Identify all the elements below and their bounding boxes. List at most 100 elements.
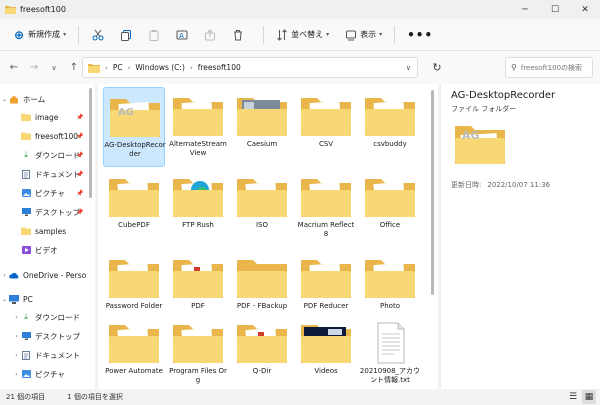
copy-button[interactable] xyxy=(115,25,137,45)
arrow-right-icon: → xyxy=(29,62,39,73)
folder-item[interactable]: AG AG-DesktopRecorder xyxy=(103,87,166,167)
folder-item[interactable]: Videos xyxy=(295,314,357,389)
item-name: FTP Rush xyxy=(182,221,214,229)
rename-icon: A xyxy=(176,30,188,40)
folder-icon xyxy=(236,176,288,218)
folder-item[interactable]: Program Files Org xyxy=(167,314,229,389)
icons-view-button[interactable]: ▦ xyxy=(582,390,596,404)
breadcrumb-drive[interactable]: Windows (C:) xyxy=(135,63,184,72)
folder-item[interactable]: Caesium xyxy=(231,87,293,167)
refresh-button[interactable]: ↻ xyxy=(426,57,448,78)
paste-button[interactable] xyxy=(143,25,165,45)
file-item[interactable]: 20210908_アカウント情報.txt xyxy=(359,314,421,389)
folder-icon xyxy=(364,95,416,137)
text-file-icon xyxy=(364,322,416,364)
nav-item-pc-documents[interactable]: › ドキュメント xyxy=(0,347,95,363)
rename-button[interactable]: A xyxy=(171,25,193,45)
item-name: csvbuddy xyxy=(373,140,407,148)
folder-item[interactable]: Q-Dir xyxy=(231,314,293,389)
nav-item-label: freesoft100 xyxy=(35,131,79,141)
folder-icon xyxy=(172,176,224,218)
nav-item-downloads[interactable]: ⤓ ダウンロード 📌 xyxy=(0,147,95,163)
delete-button[interactable] xyxy=(227,25,249,45)
breadcrumb-folder[interactable]: freesoft100 xyxy=(198,63,241,72)
nav-item-freesoft100[interactable]: freesoft100 📌 xyxy=(0,128,95,144)
folder-item[interactable]: CubePDF xyxy=(103,168,165,248)
folder-icon xyxy=(88,63,100,73)
item-name: ISO xyxy=(255,221,269,229)
nav-item-pc-pictures[interactable]: › ピクチャ xyxy=(0,366,95,382)
nav-item-label: image xyxy=(35,112,59,122)
view-button[interactable]: 表示 ▾ xyxy=(341,25,386,45)
folder-icon xyxy=(172,95,224,137)
sort-icon xyxy=(277,28,287,41)
view-icon xyxy=(346,30,357,40)
nav-item-label: PC xyxy=(23,294,33,304)
new-label: 新規作成 xyxy=(28,30,61,39)
folder-item[interactable]: CSV xyxy=(295,87,357,167)
home-icon xyxy=(9,95,19,104)
recent-locations-button[interactable]: ∨ xyxy=(44,58,64,78)
folder-icon xyxy=(172,322,224,364)
nav-item-home[interactable]: ⌄ ホーム xyxy=(0,91,95,107)
chevron-down-icon: ⌄ xyxy=(1,295,8,303)
minimize-button[interactable]: ─ xyxy=(510,0,540,19)
folder-icon xyxy=(236,322,288,364)
nav-item-pictures[interactable]: ピクチャ 📌 xyxy=(0,185,95,201)
sort-button[interactable]: 並べ替え ▾ xyxy=(272,25,333,45)
nav-item-label: samples xyxy=(35,226,67,236)
nav-item-label: ダウンロード xyxy=(35,150,80,160)
folder-icon xyxy=(236,95,288,137)
cut-button[interactable] xyxy=(87,25,109,45)
folder-item[interactable]: FTP Rush xyxy=(167,168,229,248)
maximize-button[interactable]: ☐ xyxy=(540,0,570,19)
item-name: Macrium Reflect 8 xyxy=(297,221,355,238)
folder-icon xyxy=(21,132,31,141)
folder-item[interactable]: ISO xyxy=(231,168,293,248)
close-button[interactable]: ✕ xyxy=(570,0,600,19)
nav-item-documents[interactable]: ドキュメント 📌 xyxy=(0,166,95,182)
address-row: ← → ∨ ↑ › PC › Windows (C:) › freesoft10… xyxy=(0,51,600,84)
folder-item[interactable]: Macrium Reflect 8 xyxy=(295,168,357,248)
nav-scrollbar[interactable] xyxy=(89,88,92,198)
share-icon xyxy=(205,28,216,40)
pin-icon: 📌 xyxy=(76,189,84,197)
nav-item-desktop[interactable]: デスクトップ 📌 xyxy=(0,204,95,220)
up-button[interactable]: ↑ xyxy=(64,58,84,78)
content-scrollbar[interactable] xyxy=(431,90,434,295)
file-grid: AG AG-DesktopRecorder AlternateStreamView C… xyxy=(98,84,438,389)
folder-item[interactable]: Power Automate xyxy=(103,314,165,389)
forward-button[interactable]: → xyxy=(24,58,44,78)
nav-item-samples[interactable]: samples xyxy=(0,223,95,239)
nav-item-pc-desktop[interactable]: › デスクトップ xyxy=(0,328,95,344)
nav-item-pc[interactable]: ⌄ PC xyxy=(0,291,95,307)
details-modified: 更新日時: 2022/10/07 11:36 xyxy=(451,180,556,190)
share-button[interactable] xyxy=(199,25,221,45)
new-button[interactable]: ⊕ 新規作成 ▾ xyxy=(10,25,70,45)
sort-label: 並べ替え xyxy=(291,30,324,39)
nav-item-videos[interactable]: ビデオ xyxy=(0,242,95,258)
pin-icon: 📌 xyxy=(76,151,84,159)
nav-item-image[interactable]: image 📌 xyxy=(0,109,95,125)
chevron-down-icon[interactable]: ∨ xyxy=(406,64,411,72)
address-bar[interactable]: › PC › Windows (C:) › freesoft100 ∨ xyxy=(82,57,418,78)
details-view-button[interactable]: ☰ xyxy=(566,390,580,404)
pin-icon: 📌 xyxy=(76,208,84,216)
back-button[interactable]: ← xyxy=(4,58,24,78)
pin-icon: 📌 xyxy=(76,170,84,178)
nav-item-pc-downloads[interactable]: › ⤓ ダウンロード xyxy=(0,309,95,325)
chevron-right-icon: › xyxy=(127,63,131,72)
folder-item[interactable]: AlternateStreamView xyxy=(167,87,229,167)
folder-item[interactable]: csvbuddy xyxy=(359,87,421,167)
nav-item-onedrive[interactable]: › OneDrive - Perso xyxy=(0,267,95,283)
item-name: CubePDF xyxy=(118,221,150,229)
folder-item[interactable]: Office xyxy=(359,168,421,248)
breadcrumb-pc[interactable]: PC xyxy=(113,63,123,72)
view-label: 表示 xyxy=(360,30,377,39)
svg-text:AG: AG xyxy=(462,129,480,142)
search-input[interactable]: ⚲ freesoft100の検索 xyxy=(505,57,593,78)
chevron-down-icon: ▾ xyxy=(326,31,330,38)
item-name: Power Automate xyxy=(105,367,163,375)
details-name: AG-DesktopRecorder xyxy=(451,90,556,101)
more-options-button[interactable]: ••• xyxy=(407,28,433,42)
